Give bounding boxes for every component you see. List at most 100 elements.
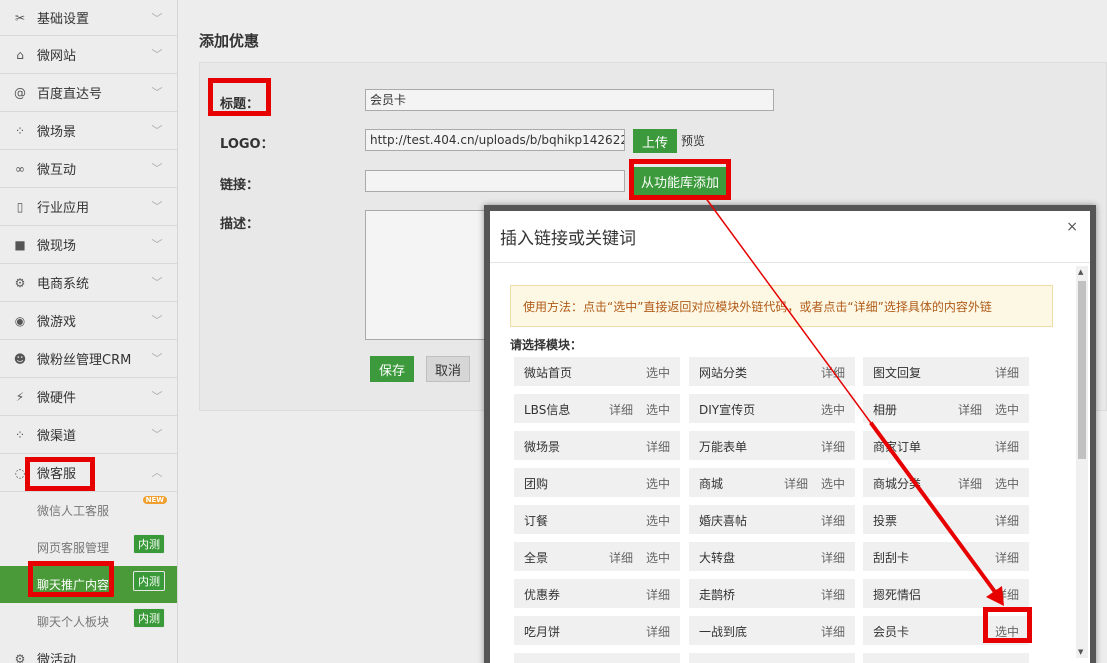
- sidebar-item[interactable]: ⚡ 微硬件 ﹀: [0, 378, 177, 416]
- select-link[interactable]: 选中: [646, 512, 670, 529]
- sidebar-item-label: 基础设置: [37, 12, 90, 27]
- detail-link[interactable]: 详细: [646, 438, 670, 455]
- sidebar-item[interactable]: ◉ 微游戏 ﹀: [0, 302, 177, 340]
- select-link[interactable]: 选中: [995, 623, 1019, 640]
- detail-link[interactable]: 详细: [995, 364, 1019, 381]
- scroll-up-icon[interactable]: ▲: [1078, 268, 1083, 276]
- select-link[interactable]: 选中: [821, 401, 845, 418]
- sidebar-item[interactable]: ⚙ 微活动: [0, 640, 177, 663]
- module-name: DIY宣传页: [699, 403, 756, 417]
- add-from-library-button[interactable]: 从功能库添加: [633, 167, 727, 195]
- select-link[interactable]: 选中: [821, 475, 845, 492]
- chevron-down-icon: ﹀: [151, 352, 163, 365]
- sidebar-item[interactable]: ◌ 微客服 ︿: [0, 454, 177, 492]
- chevron-down-icon: ﹀: [151, 162, 163, 175]
- select-link[interactable]: 选中: [995, 475, 1019, 492]
- sidebar-subitem[interactable]: 聊天个人板块 内测: [0, 603, 177, 640]
- detail-link[interactable]: 详细: [609, 401, 633, 418]
- sidebar-item-label: 行业应用: [37, 201, 90, 216]
- modal-header: 插入链接或关键词 ×: [490, 211, 1090, 263]
- at-icon: @: [14, 85, 26, 100]
- detail-link[interactable]: 详细: [821, 512, 845, 529]
- link-icon: ∞: [15, 161, 25, 176]
- sidebar-item-label: 微互动: [37, 163, 77, 178]
- home-icon: ⌂: [16, 47, 24, 62]
- users-icon: ☻: [13, 351, 27, 366]
- sidebar-item-label: 微客服: [37, 467, 77, 482]
- status-badge: 内测: [133, 608, 165, 628]
- module-cell: 全景 详细 选中: [514, 542, 680, 571]
- detail-link[interactable]: 详细: [821, 586, 845, 603]
- scroll-down-icon[interactable]: ▼: [1078, 648, 1083, 656]
- sidebar-item[interactable]: ▯ 行业应用 ﹀: [0, 188, 177, 226]
- detail-link[interactable]: 详细: [821, 364, 845, 381]
- sidebar-subitem[interactable]: 微信人工客服 NEW: [0, 492, 177, 529]
- module-name: 万能表单: [699, 440, 748, 454]
- description-label: 描述：: [220, 217, 260, 232]
- module-cell: 商城 详细 选中: [689, 468, 855, 497]
- sidebar-subitem[interactable]: 网页客服管理 内测: [0, 529, 177, 566]
- sidebar-item[interactable]: ⌂ 微网站 ﹀: [0, 36, 177, 74]
- activity-icon: ⚙: [14, 651, 26, 663]
- select-link[interactable]: 选中: [646, 364, 670, 381]
- chevron-down-icon: ﹀: [151, 48, 163, 61]
- scroll-thumb[interactable]: [1078, 281, 1086, 459]
- detail-link[interactable]: 详细: [821, 438, 845, 455]
- sidebar-item[interactable]: @ 百度直达号 ﹀: [0, 74, 177, 112]
- close-icon[interactable]: ×: [1066, 219, 1078, 235]
- link-input[interactable]: [365, 170, 625, 192]
- chevron-down-icon: ﹀: [151, 86, 163, 99]
- detail-link[interactable]: 详细: [609, 549, 633, 566]
- module-cell: 订餐 选中: [514, 505, 680, 534]
- sidebar-subitem-label: 网页客服管理: [37, 541, 110, 555]
- logo-input[interactable]: http://test.404.cn/uploads/b/bqhikp14262…: [365, 129, 625, 151]
- detail-link[interactable]: 详细: [958, 475, 982, 492]
- sidebar-item[interactable]: ∞ 微互动 ﹀: [0, 150, 177, 188]
- module-name: 走鹊桥: [699, 588, 736, 602]
- detail-link[interactable]: 详细: [995, 549, 1019, 566]
- module-name: 婚庆喜帖: [699, 514, 748, 528]
- detail-link[interactable]: 详细: [821, 623, 845, 640]
- sidebar: ✂ 基础设置 ﹀ ⌂ 微网站 ﹀ @ 百度直达号 ﹀ ⁘ 微场景 ﹀ ∞ 微互动 ﹀ ▯ 行业应用 ﹀ ■ 微现场 ﹀ ⚙…: [0, 0, 178, 663]
- module-name: 刮刮卡: [873, 551, 910, 565]
- sidebar-item[interactable]: ⚙ 电商系统 ﹀: [0, 264, 177, 302]
- module-cell: 婚庆喜帖 详细: [689, 505, 855, 534]
- logo-label: LOGO：: [220, 137, 274, 152]
- gear-icon: ⚙: [14, 275, 26, 290]
- module-name: 摁死情侣: [873, 588, 922, 602]
- sidebar-item[interactable]: ■ 微现场 ﹀: [0, 226, 177, 264]
- module-cell: 大转盘 详细: [689, 542, 855, 571]
- detail-link[interactable]: 详细: [995, 512, 1019, 529]
- detail-link[interactable]: 详细: [995, 438, 1019, 455]
- cancel-button[interactable]: 取消: [426, 356, 470, 382]
- select-link[interactable]: 选中: [995, 401, 1019, 418]
- detail-link[interactable]: 详细: [958, 401, 982, 418]
- module-cell: 吃月饼 详细: [514, 616, 680, 645]
- detail-link[interactable]: 详细: [821, 549, 845, 566]
- title-input[interactable]: 会员卡: [365, 89, 774, 111]
- module-name: 商城: [699, 477, 724, 491]
- detail-link[interactable]: 详细: [995, 586, 1019, 603]
- select-link[interactable]: 选中: [646, 549, 670, 566]
- save-button[interactable]: 保存: [370, 356, 414, 382]
- preview-link[interactable]: 预览: [681, 132, 705, 149]
- select-link[interactable]: 选中: [646, 475, 670, 492]
- sidebar-item[interactable]: ⁘ 微渠道 ﹀: [0, 416, 177, 454]
- sidebar-item[interactable]: ✂ 基础设置 ﹀: [0, 0, 177, 36]
- detail-link[interactable]: 详细: [784, 475, 808, 492]
- module-cell: 会员卡 选中: [863, 616, 1029, 645]
- sidebar-item[interactable]: ☻ 微粉丝管理CRM ﹀: [0, 340, 177, 378]
- sidebar-subitem[interactable]: 聊天推广内容 内测: [0, 566, 177, 603]
- detail-link[interactable]: 详细: [646, 586, 670, 603]
- select-link[interactable]: 选中: [646, 401, 670, 418]
- modal-scrollbar[interactable]: ▲ ▼: [1076, 266, 1088, 658]
- upload-button[interactable]: 上传: [633, 129, 677, 153]
- description-textarea[interactable]: [365, 210, 485, 340]
- sidebar-item[interactable]: ⁘ 微场景 ﹀: [0, 112, 177, 150]
- module-name: 订餐: [524, 514, 549, 528]
- chevron-down-icon: ﹀: [151, 314, 163, 327]
- sidebar-item-label: 电商系统: [37, 277, 90, 292]
- module-name: 相册: [873, 403, 898, 417]
- sidebar-item-label: 微硬件: [37, 391, 77, 406]
- detail-link[interactable]: 详细: [646, 623, 670, 640]
